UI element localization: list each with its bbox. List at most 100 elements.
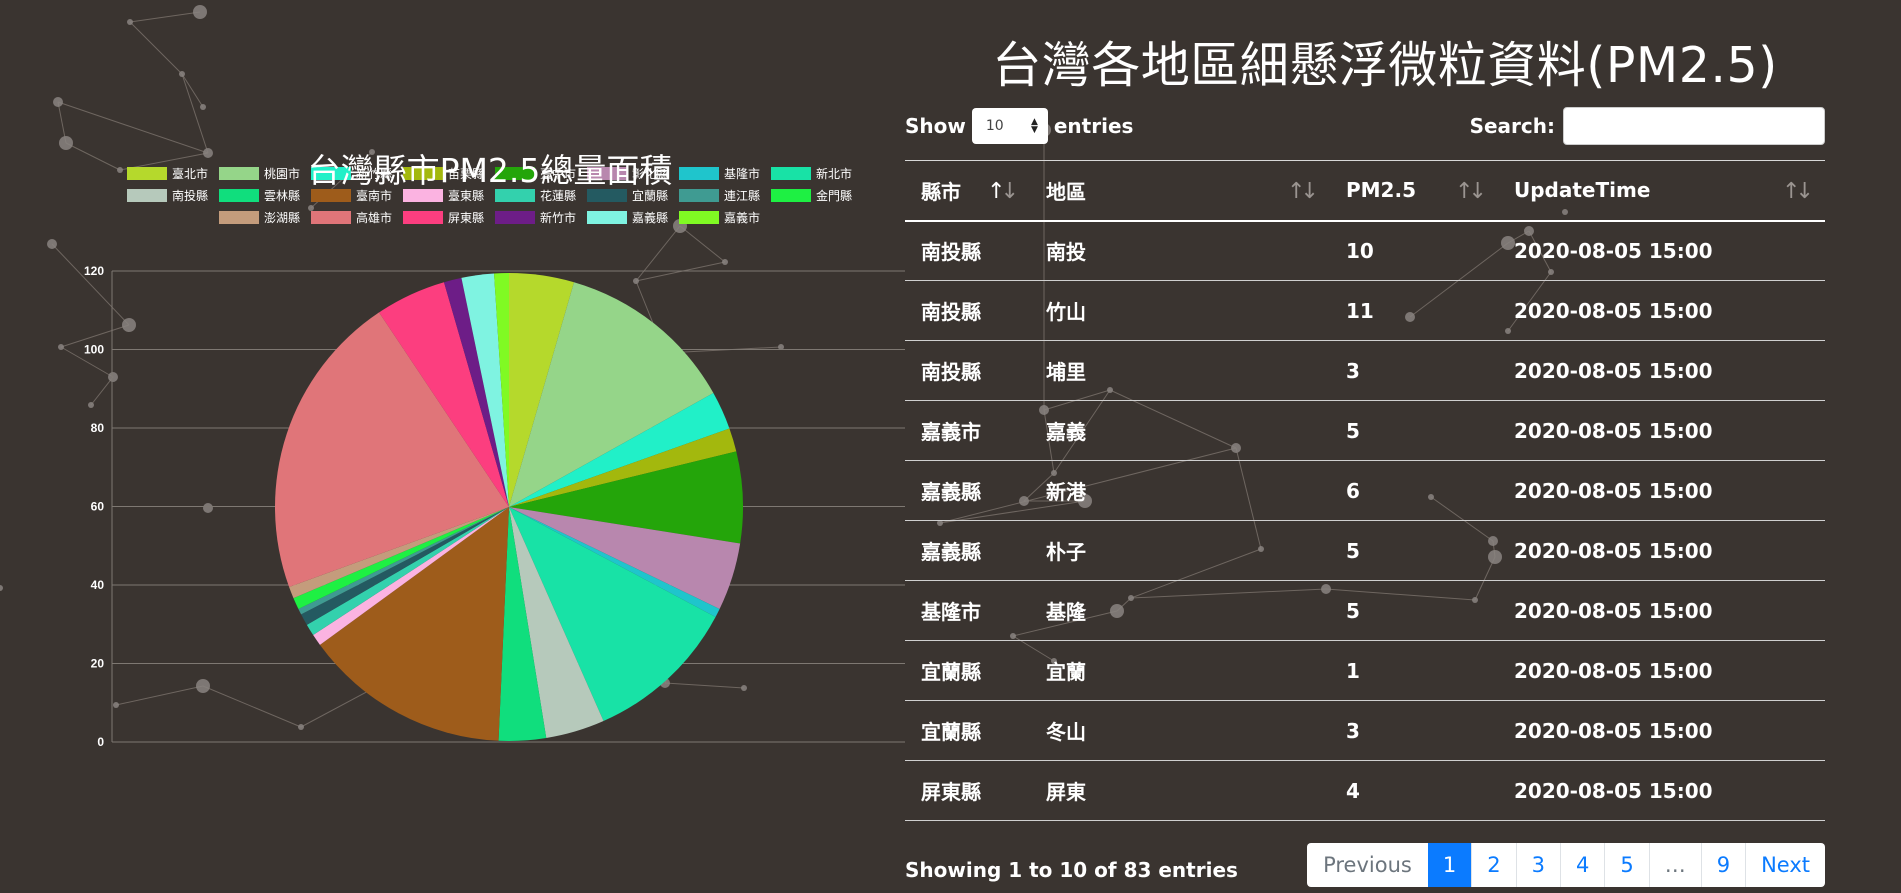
updatetime-cell: 2020-08-05 15:00 bbox=[1498, 460, 1825, 521]
area-cell: 朴子 bbox=[1030, 520, 1330, 581]
page-title: 台灣各地區細懸浮微粒資料(PM2.5) bbox=[992, 37, 1778, 94]
legend-item[interactable]: 新竹市 bbox=[495, 210, 576, 225]
pm25-cell: 1 bbox=[1330, 640, 1498, 701]
legend-swatch bbox=[311, 211, 351, 224]
page-button-4[interactable]: 4 bbox=[1559, 843, 1604, 887]
page-button-1[interactable]: 1 bbox=[1427, 843, 1472, 887]
entries-label: entries bbox=[1053, 114, 1134, 138]
updatetime-cell: 2020-08-05 15:00 bbox=[1498, 400, 1825, 461]
pie-chart: 020406080100120臺北市 桃園市 新竹縣 苗栗縣 臺中市 彰化縣 基隆市 新北市南… bbox=[84, 166, 905, 749]
county-cell: 南投縣 bbox=[905, 280, 1030, 341]
updatetime-cell: 2020-08-05 15:00 bbox=[1498, 760, 1825, 821]
column-header-label: 地區 bbox=[1046, 179, 1086, 204]
column-header-label: PM2.5 bbox=[1346, 178, 1416, 203]
table-row: 屏東縣 屏東 4 2020-08-05 15:00 bbox=[905, 760, 1825, 821]
legend-swatch bbox=[587, 211, 627, 224]
county-cell: 宜蘭縣 bbox=[905, 640, 1030, 701]
network-node bbox=[193, 5, 207, 19]
column-header-county[interactable]: 縣市 ↑↓ bbox=[905, 160, 1030, 222]
legend-item[interactable]: 屏東縣 bbox=[403, 211, 484, 225]
pie bbox=[274, 273, 744, 742]
pm25-cell: 10 bbox=[1330, 220, 1498, 281]
county-cell: 基隆市 bbox=[905, 580, 1030, 641]
pagination: Previous 1 2 3 4 5 … 9 Next bbox=[1307, 843, 1825, 887]
county-cell: 嘉義市 bbox=[905, 400, 1030, 461]
pm25-cell: 11 bbox=[1330, 280, 1498, 341]
legend-label: 新竹市 bbox=[540, 210, 576, 225]
previous-page-button[interactable]: Previous bbox=[1307, 843, 1428, 887]
column-header-label: UpdateTime bbox=[1514, 178, 1651, 203]
sort-ascending-icon: ↑↓ bbox=[987, 179, 1019, 204]
search-label: Search: bbox=[1469, 114, 1555, 138]
pm25-cell: 5 bbox=[1330, 400, 1498, 461]
area-cell: 南投 bbox=[1030, 220, 1330, 281]
table-row: 南投縣 南投 10 2020-08-05 15:00 bbox=[905, 220, 1825, 281]
select-arrows-icon: ▲ ▼ bbox=[1030, 117, 1038, 135]
area-cell: 新港 bbox=[1030, 460, 1330, 521]
network-line bbox=[181, 73, 204, 108]
updatetime-cell: 2020-08-05 15:00 bbox=[1498, 580, 1825, 641]
pm25-cell: 3 bbox=[1330, 700, 1498, 761]
next-page-button[interactable]: Next bbox=[1745, 843, 1825, 887]
updatetime-cell: 2020-08-05 15:00 bbox=[1498, 700, 1825, 761]
table-row: 嘉義縣 新港 6 2020-08-05 15:00 bbox=[905, 460, 1825, 521]
column-header-updatetime[interactable]: UpdateTime ↑↓ bbox=[1498, 160, 1825, 222]
search-control: Search: bbox=[1470, 106, 1825, 146]
pm25-cell: 3 bbox=[1330, 340, 1498, 401]
sort-both-icon: ↑↓ bbox=[1782, 179, 1814, 204]
county-cell: 南投縣 bbox=[905, 340, 1030, 401]
legend-swatch bbox=[495, 211, 535, 224]
area-cell: 嘉義 bbox=[1030, 400, 1330, 461]
page-button-9[interactable]: 9 bbox=[1700, 843, 1745, 887]
county-cell: 宜蘭縣 bbox=[905, 700, 1030, 761]
legend-label: 澎湖縣 bbox=[264, 210, 300, 225]
legend-item[interactable]: 嘉義縣 bbox=[587, 210, 668, 225]
legend-item[interactable]: 嘉義市 bbox=[679, 210, 760, 225]
pm25-cell: 5 bbox=[1330, 580, 1498, 641]
area-cell: 屏東 bbox=[1030, 760, 1330, 821]
page-button-3[interactable]: 3 bbox=[1515, 843, 1560, 887]
page-button-2[interactable]: 2 bbox=[1471, 843, 1515, 887]
page-button-5[interactable]: 5 bbox=[1604, 843, 1648, 887]
pm25-cell: 5 bbox=[1330, 520, 1498, 581]
pm25-table: 縣市 ↑↓ 地區 ↑↓ PM2.5 ↑↓ UpdateTime ↑↓ 南投縣 南投… bbox=[905, 160, 1825, 821]
entries-length-select[interactable]: 10 ▲ ▼ bbox=[971, 108, 1048, 144]
y-tick-label: 80 bbox=[91, 421, 105, 435]
table-info: Showing 1 to 10 of 83 entries bbox=[905, 858, 1238, 882]
y-tick-label: 40 bbox=[91, 578, 105, 592]
sort-both-icon: ↑↓ bbox=[1455, 179, 1487, 204]
y-tick-label: 60 bbox=[91, 500, 105, 514]
table-header-row: 縣市 ↑↓ 地區 ↑↓ PM2.5 ↑↓ UpdateTime ↑↓ bbox=[905, 160, 1825, 222]
table-row: 宜蘭縣 宜蘭 1 2020-08-05 15:00 bbox=[905, 640, 1825, 701]
network-node bbox=[200, 104, 206, 110]
area-cell: 基隆 bbox=[1030, 580, 1330, 641]
network-node bbox=[53, 97, 63, 107]
search-input[interactable] bbox=[1563, 107, 1825, 145]
show-label: Show bbox=[905, 114, 966, 138]
table-row: 南投縣 竹山 11 2020-08-05 15:00 bbox=[905, 280, 1825, 341]
legend-swatch bbox=[403, 211, 443, 224]
legend-item[interactable]: 高雄市 bbox=[311, 210, 392, 225]
column-header-label: 縣市 bbox=[921, 179, 961, 204]
page-ellipsis: … bbox=[1648, 843, 1701, 887]
table-row: 基隆市 基隆 5 2020-08-05 15:00 bbox=[905, 580, 1825, 641]
updatetime-cell: 2020-08-05 15:00 bbox=[1498, 220, 1825, 281]
pm25-cell: 4 bbox=[1330, 760, 1498, 821]
updatetime-cell: 2020-08-05 15:00 bbox=[1498, 280, 1825, 341]
y-tick-label: 100 bbox=[84, 343, 104, 357]
network-node bbox=[179, 71, 185, 77]
column-header-area[interactable]: 地區 ↑↓ bbox=[1030, 160, 1330, 222]
pm25-cell: 6 bbox=[1330, 460, 1498, 521]
county-cell: 嘉義縣 bbox=[905, 520, 1030, 581]
network-line bbox=[129, 21, 183, 75]
data-table-panel: 台灣各地區細懸浮微粒資料(PM2.5) Show 10 ▲ ▼ entries S… bbox=[905, 0, 1825, 893]
county-cell: 嘉義縣 bbox=[905, 460, 1030, 521]
table-row: 宜蘭縣 冬山 3 2020-08-05 15:00 bbox=[905, 700, 1825, 761]
network-line bbox=[129, 11, 201, 23]
column-header-pm25[interactable]: PM2.5 ↑↓ bbox=[1330, 160, 1498, 222]
chart-title: 台灣縣市PM2.5總量面積 bbox=[307, 151, 673, 190]
entries-length-value: 10 bbox=[985, 118, 1004, 134]
y-tick-label: 20 bbox=[91, 657, 105, 671]
legend-swatch bbox=[219, 211, 259, 224]
legend-item[interactable]: 澎湖縣 bbox=[219, 210, 300, 225]
